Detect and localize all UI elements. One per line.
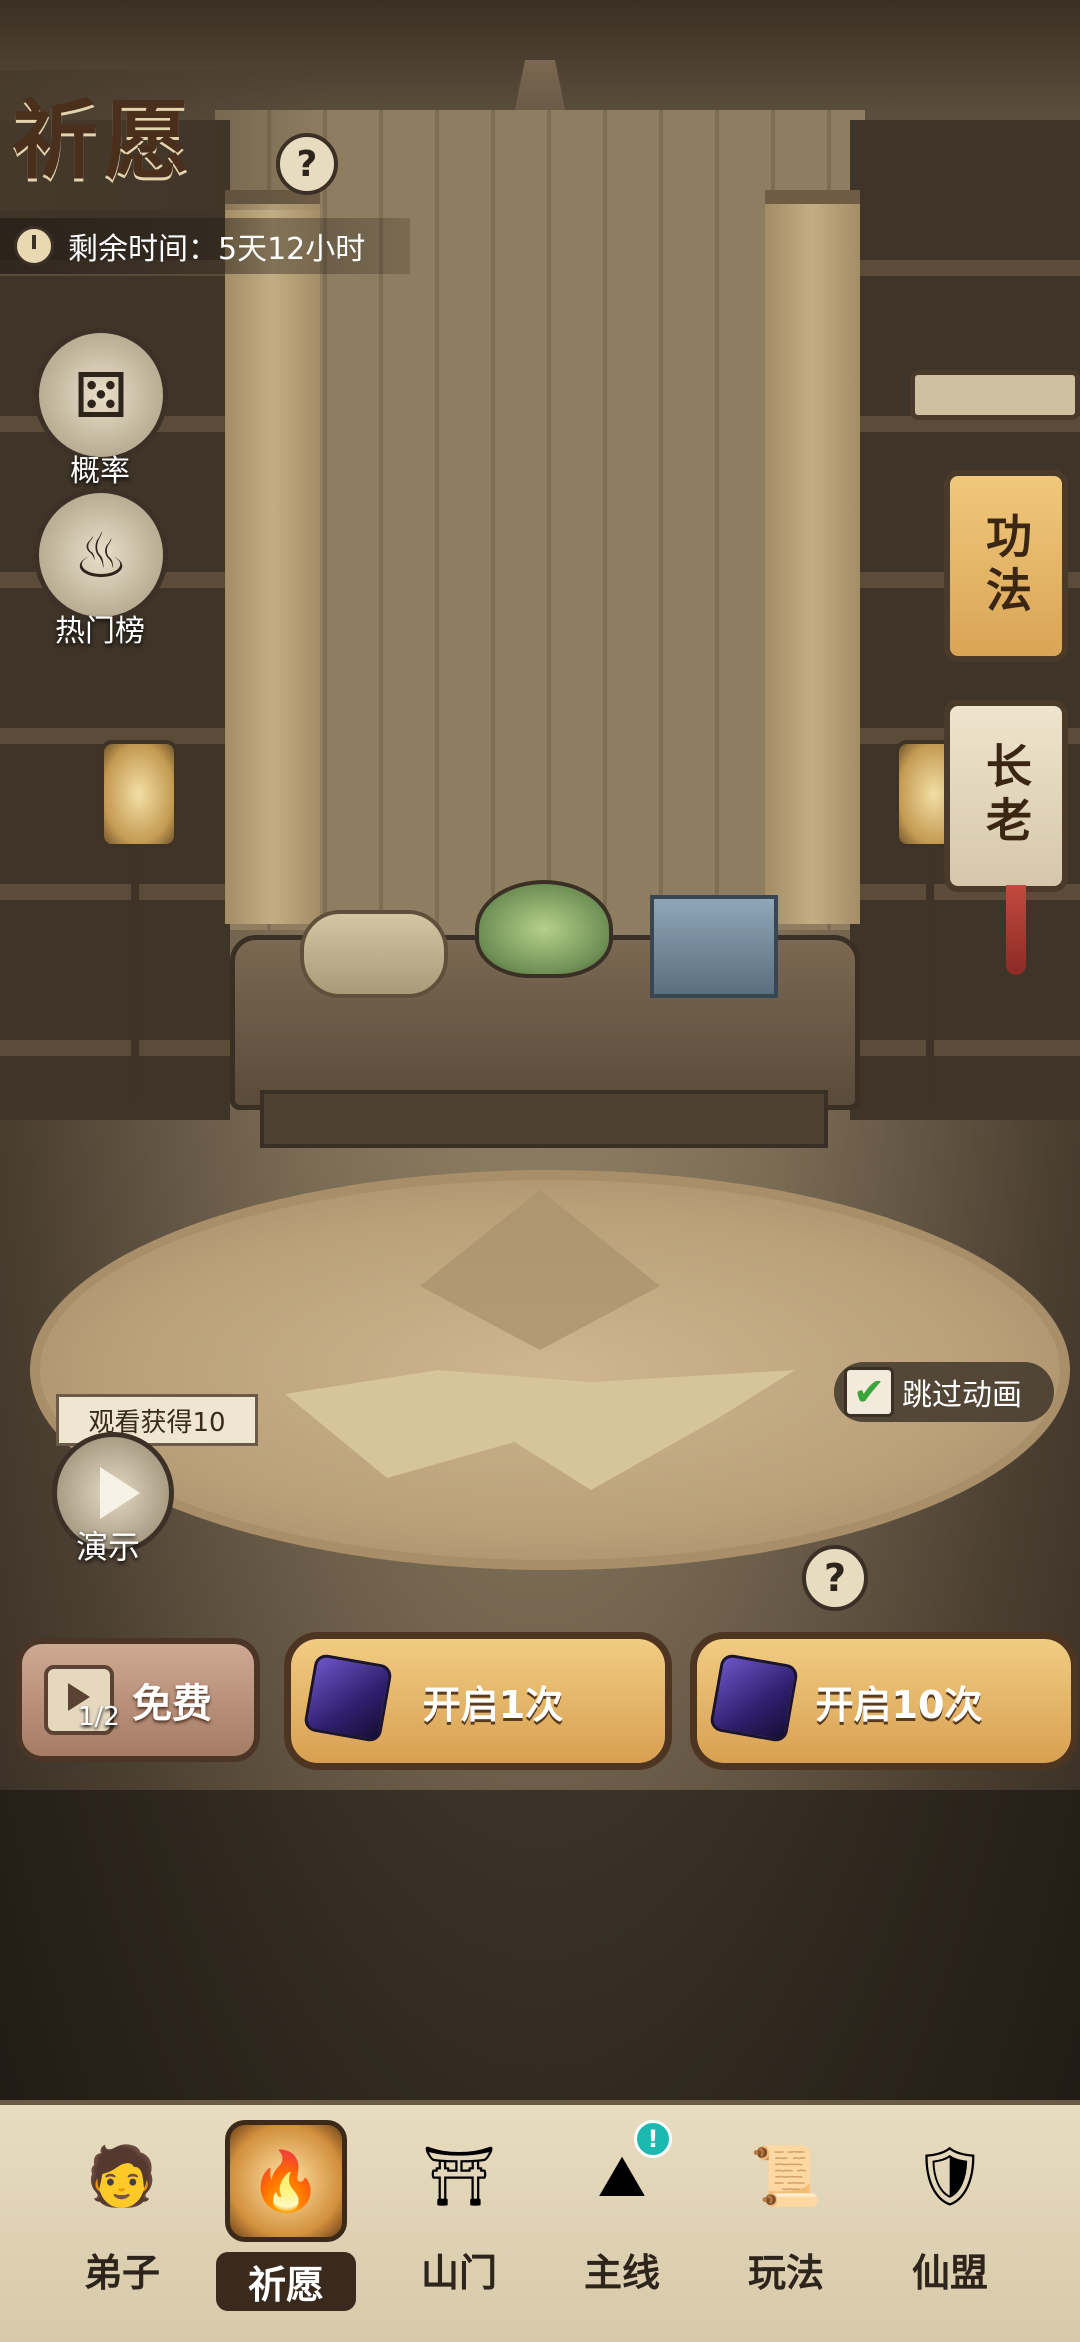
probability-button[interactable]: ⚄ 概率 bbox=[34, 328, 168, 490]
checkmark-icon: ✔ bbox=[844, 1367, 894, 1417]
nav-gameplay[interactable]: 📜 玩法 bbox=[716, 2120, 856, 2320]
rank-icon: ♨ bbox=[34, 488, 168, 622]
wish-icon: 🔥 bbox=[225, 2120, 347, 2242]
draw-once-button[interactable]: 开启1次 bbox=[284, 1632, 672, 1770]
question-icon: ? bbox=[823, 1556, 847, 1600]
clock-icon bbox=[14, 226, 54, 266]
hot-ranking-button[interactable]: ♨ 热门榜 bbox=[34, 488, 168, 650]
right-lamp-pole bbox=[926, 840, 934, 1100]
skip-animation-label: 跳过动画 bbox=[902, 1378, 1022, 1413]
nav-disciples[interactable]: 🧑 弟子 bbox=[52, 2120, 192, 2320]
disciple-icon: 🧑 bbox=[85, 2141, 159, 2210]
free-label: 免费 bbox=[132, 1681, 212, 1727]
guild-icon: 🛡 bbox=[913, 2141, 987, 2210]
dice-icon: ⚄ bbox=[34, 328, 168, 462]
book-stack bbox=[650, 895, 778, 998]
tab-skills[interactable]: 功法 bbox=[944, 470, 1068, 662]
nav-gate[interactable]: ⛩ 山门 bbox=[389, 2120, 529, 2320]
hot-ranking-label: 热门榜 bbox=[55, 614, 145, 649]
nav-wish[interactable]: 🔥 祈愿 bbox=[216, 2120, 356, 2320]
tab-hanger bbox=[910, 370, 1080, 420]
scroll-bundle bbox=[300, 910, 448, 998]
draw-ten-label: 开启10次 bbox=[815, 1682, 983, 1727]
left-lantern bbox=[100, 740, 178, 848]
help-button[interactable]: ? bbox=[276, 133, 338, 195]
left-hanging-scroll bbox=[225, 190, 320, 924]
gate-icon: ⛩ bbox=[422, 2141, 496, 2210]
incense-burner bbox=[475, 880, 613, 978]
draw-ten-button[interactable]: 开启10次 bbox=[690, 1632, 1078, 1770]
nav-main-quest[interactable]: ⛰ ! 主线 bbox=[552, 2120, 692, 2320]
crystal-icon bbox=[708, 1652, 800, 1744]
tab-elders[interactable]: 长老 bbox=[944, 700, 1068, 892]
demo-label: 演示 bbox=[75, 1528, 140, 1566]
nav-label: 主线 bbox=[583, 2250, 660, 2295]
altar-base bbox=[260, 1090, 828, 1148]
page-title: 祈愿 bbox=[12, 90, 196, 191]
nav-label: 山门 bbox=[420, 2250, 497, 2295]
time-remaining: 剩余时间：5天12小时 bbox=[0, 218, 410, 274]
nav-guild[interactable]: 🛡 仙盟 bbox=[880, 2120, 1020, 2320]
crystal-icon bbox=[302, 1652, 394, 1744]
free-draw-button[interactable]: 1/2 免费 bbox=[16, 1638, 260, 1762]
nav-label: 祈愿 bbox=[216, 2252, 356, 2311]
question-icon: ? bbox=[296, 143, 318, 185]
nav-label: 弟子 bbox=[83, 2250, 160, 2295]
draw-once-label: 开启1次 bbox=[422, 1682, 564, 1727]
tab-tassel bbox=[1006, 885, 1026, 975]
nav-label: 仙盟 bbox=[911, 2250, 988, 2295]
notification-badge: ! bbox=[634, 2120, 672, 2158]
left-lamp-pole bbox=[131, 840, 139, 1100]
draw-help-button[interactable]: ? bbox=[802, 1545, 868, 1611]
right-hanging-scroll bbox=[765, 190, 860, 924]
gameplay-icon: 📜 bbox=[749, 2141, 823, 2210]
time-remaining-text: 剩余时间：5天12小时 bbox=[68, 232, 366, 267]
nav-label: 玩法 bbox=[747, 2250, 824, 2295]
free-count: 1/2 bbox=[78, 1702, 120, 1732]
play-icon bbox=[100, 1467, 140, 1519]
skip-animation-toggle[interactable]: ✔ 跳过动画 bbox=[834, 1362, 1054, 1422]
probability-label: 概率 bbox=[70, 454, 130, 489]
